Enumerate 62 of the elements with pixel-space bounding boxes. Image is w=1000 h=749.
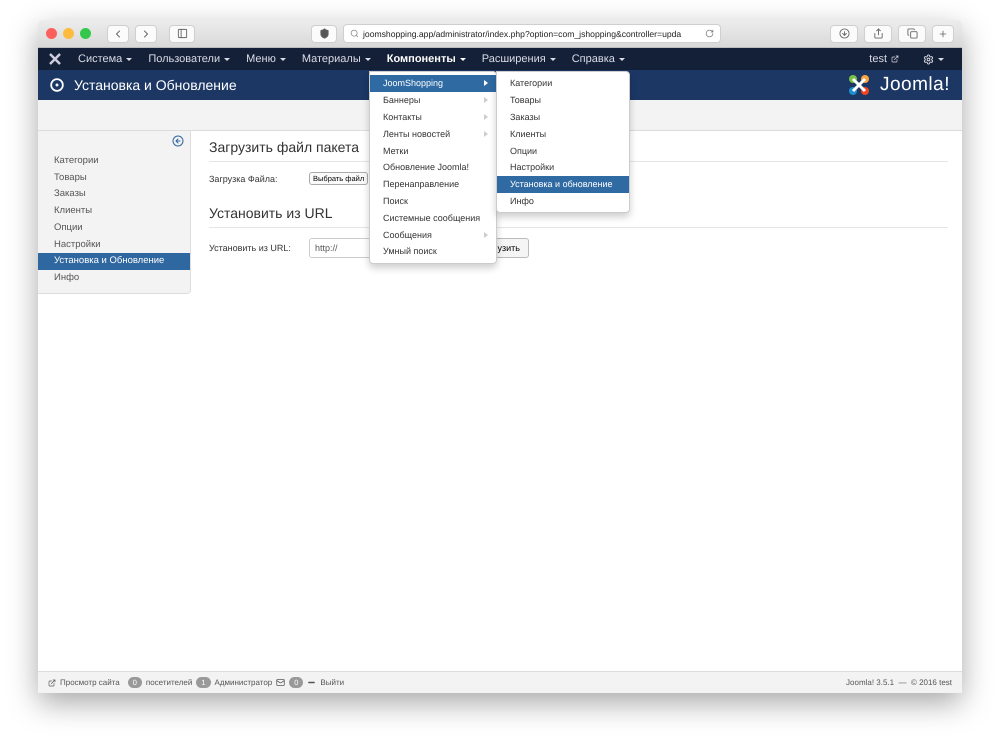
plus-icon <box>938 28 948 38</box>
menu-item[interactable]: Категории <box>497 75 629 92</box>
logout-link[interactable]: Выйти <box>320 678 344 687</box>
tabs-button[interactable] <box>898 24 926 42</box>
settings-icon <box>923 54 934 64</box>
external-link-icon <box>48 678 56 686</box>
menu-item[interactable]: Баннеры <box>370 92 496 109</box>
tabs-icon <box>906 28 918 39</box>
user-link[interactable]: test <box>861 53 907 65</box>
menu-item[interactable]: Контакты <box>370 108 496 126</box>
address-bar[interactable]: joomshopping.app/administrator/index.php?option=com_jshopping&controller=upda <box>343 24 721 43</box>
download-button[interactable] <box>830 24 858 42</box>
nav-menu-item[interactable]: Меню <box>238 53 294 65</box>
sidebar-item[interactable]: Категории <box>38 153 190 170</box>
back-button[interactable] <box>107 24 129 42</box>
nav-menu-item[interactable]: Материалы <box>294 53 379 65</box>
menu-item[interactable]: Установка и обновление <box>497 176 629 193</box>
visitors-label: посетителей <box>146 678 192 687</box>
mail-icon <box>276 678 286 687</box>
logo-icon <box>848 74 870 96</box>
field-label: Загрузка Файла: <box>209 174 279 184</box>
sidebar-item[interactable]: Опции <box>38 220 190 237</box>
logo-text: Joomla! <box>880 74 950 96</box>
field-label: Установить из URL: <box>209 243 292 253</box>
nav-menu-item[interactable]: Система <box>70 53 140 65</box>
menu-item[interactable]: Перенаправление <box>370 176 496 193</box>
sidebar-item[interactable]: Инфо <box>38 270 190 287</box>
download-icon <box>838 28 850 39</box>
external-link-icon <box>891 55 899 63</box>
menu-item[interactable]: Опции <box>497 142 629 159</box>
sidebar-item[interactable]: Заказы <box>38 186 190 204</box>
new-tab-button[interactable] <box>932 24 954 42</box>
joomla-icon[interactable] <box>48 52 62 66</box>
collapse-icon[interactable] <box>172 135 184 147</box>
target-icon <box>50 78 64 92</box>
shield-icon <box>318 28 330 39</box>
url-text: joomshopping.app/administrator/index.php?option=com_jshopping&controller=upda <box>363 28 682 38</box>
sidebar-item[interactable]: Настройки <box>38 236 190 254</box>
sidebar-icon <box>176 28 188 39</box>
menu-item[interactable]: Товары <box>497 92 629 109</box>
sidebar-button[interactable] <box>169 24 195 42</box>
nav-menu-item[interactable]: Справка <box>564 53 633 65</box>
menu-item[interactable]: Системные сообщения <box>370 209 496 226</box>
share-button[interactable] <box>864 24 892 42</box>
forward-button[interactable] <box>135 24 157 42</box>
reload-icon[interactable] <box>705 29 714 38</box>
view-site-link[interactable]: Просмотр сайта <box>60 678 120 687</box>
menu-item[interactable]: Метки <box>370 142 496 159</box>
sidebar-item[interactable]: Товары <box>38 170 190 186</box>
sidebar-item[interactable]: Клиенты <box>38 203 190 220</box>
menu-item[interactable]: Заказы <box>497 108 629 126</box>
version-text: Joomla! 3.5.1 — © 2016 test <box>846 678 952 687</box>
page-title: Установка и Обновление <box>74 77 237 93</box>
nav-menu-item[interactable]: Пользователи <box>140 53 238 65</box>
nav-menu-item[interactable]: Компоненты <box>378 53 474 65</box>
admins-label: Администратор <box>214 678 272 687</box>
menu-item[interactable]: JoomShopping <box>370 75 496 92</box>
nav-menu-item[interactable]: Расширения <box>474 53 564 65</box>
shield-button[interactable] <box>311 24 337 42</box>
sidebar-item[interactable]: Установка и Обновление <box>38 253 190 270</box>
share-icon <box>872 28 884 39</box>
search-icon <box>350 29 359 38</box>
